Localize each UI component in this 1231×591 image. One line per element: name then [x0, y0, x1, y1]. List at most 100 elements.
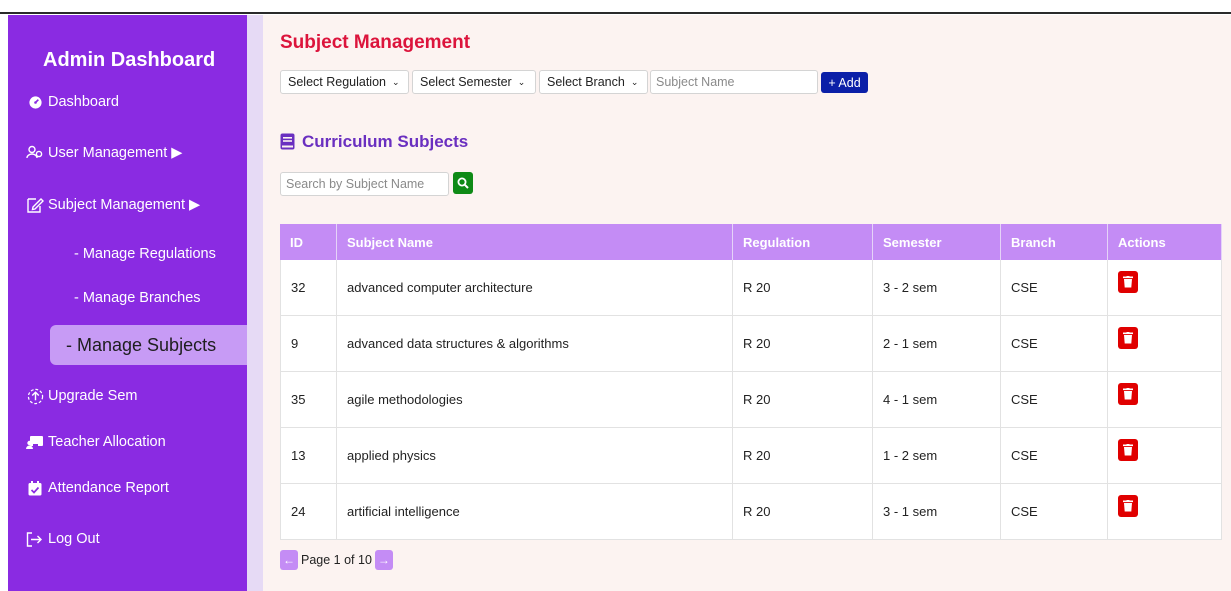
prev-page-button[interactable]: ←	[280, 550, 298, 570]
column-header-regulation[interactable]: Regulation	[733, 224, 873, 260]
sidebar-item-user-management[interactable]: User Management ▶	[26, 144, 265, 162]
trash-icon	[1123, 275, 1133, 288]
table-row: 24 artificial intelligence R 20 3 - 1 se…	[280, 484, 1222, 540]
trash-icon	[1123, 331, 1133, 344]
table-row: 9 advanced data structures & algorithms …	[280, 316, 1222, 372]
regulation-select-value: Select Regulation	[288, 75, 386, 89]
cell-id: 32	[280, 260, 337, 315]
sidebar-item-manage-subjects[interactable]: - Manage Subjects	[50, 325, 254, 365]
cell-subject-name: agile methodologies	[337, 372, 733, 427]
regulation-select[interactable]: Select Regulation ⌄	[280, 70, 409, 94]
chevron-down-icon: ⌄	[391, 76, 400, 87]
delete-button[interactable]	[1118, 382, 1138, 405]
sidebar-item-log-out[interactable]: Log Out	[26, 530, 265, 548]
cell-regulation: R 20	[733, 316, 873, 371]
cell-regulation: R 20	[733, 484, 873, 539]
table-header: ID Subject Name Regulation Semester Bran…	[280, 224, 1222, 260]
delete-button[interactable]	[1118, 326, 1138, 349]
sidebar-item-manage-branches[interactable]: - Manage Branches	[74, 290, 201, 306]
delete-button[interactable]	[1118, 494, 1138, 517]
sidebar-item-dashboard[interactable]: Dashboard	[26, 93, 265, 111]
cell-semester: 1 - 2 sem	[873, 428, 1001, 483]
dashboard-icon	[26, 93, 44, 111]
book-icon	[280, 133, 296, 151]
chalkboard-teacher-icon	[26, 433, 44, 451]
search-input[interactable]: Search by Subject Name	[280, 172, 449, 196]
sidebar-item-teacher-allocation[interactable]: Teacher Allocation	[26, 433, 265, 451]
column-header-actions: Actions	[1108, 224, 1222, 260]
page-indicator: Page 1 of 10	[301, 553, 372, 567]
edit-icon	[26, 196, 44, 214]
cell-regulation: R 20	[733, 372, 873, 427]
chevron-down-icon: ⌄	[630, 76, 639, 87]
trash-icon	[1123, 499, 1133, 512]
cell-subject-name: applied physics	[337, 428, 733, 483]
sidebar-item-upgrade-sem[interactable]: Upgrade Sem	[26, 387, 265, 405]
cell-actions	[1108, 428, 1222, 483]
cell-branch: CSE	[1001, 316, 1108, 371]
cell-branch: CSE	[1001, 428, 1108, 483]
arrow-left-icon: ←	[283, 553, 295, 567]
cell-semester: 3 - 1 sem	[873, 484, 1001, 539]
sidebar-item-label: Dashboard	[48, 94, 119, 110]
cell-actions	[1108, 484, 1222, 539]
users-icon	[26, 144, 44, 162]
section-title: Curriculum Subjects	[280, 132, 468, 152]
delete-button[interactable]	[1118, 438, 1138, 461]
calendar-check-icon	[26, 479, 44, 497]
delete-button[interactable]	[1118, 270, 1138, 293]
cell-subject-name: artificial intelligence	[337, 484, 733, 539]
cell-branch: CSE	[1001, 372, 1108, 427]
sidebar: Admin Dashboard Dashboard User Managemen…	[8, 15, 254, 591]
sidebar-item-label: Teacher Allocation	[48, 434, 166, 450]
cell-id: 13	[280, 428, 337, 483]
cell-subject-name: advanced data structures & algorithms	[337, 316, 733, 371]
cell-regulation: R 20	[733, 260, 873, 315]
arrow-right-icon: →	[377, 553, 390, 567]
semester-select-value: Select Semester	[420, 75, 512, 89]
sidebar-item-manage-regulations[interactable]: - Manage Regulations	[74, 246, 216, 262]
sidebar-item-label: Upgrade Sem	[48, 388, 138, 404]
logout-icon	[26, 530, 44, 548]
sidebar-item-label: Log Out	[48, 531, 100, 547]
search-button[interactable]	[453, 172, 473, 194]
cell-semester: 3 - 2 sem	[873, 260, 1001, 315]
sidebar-title: Admin Dashboard	[43, 49, 216, 71]
column-header-id[interactable]: ID	[280, 224, 337, 260]
cell-actions	[1108, 372, 1222, 427]
cell-branch: CSE	[1001, 260, 1108, 315]
branch-select-value: Select Branch	[547, 75, 625, 89]
cell-branch: CSE	[1001, 484, 1108, 539]
sidebar-item-attendance-report[interactable]: Attendance Report	[26, 479, 265, 497]
sidebar-item-label: Attendance Report	[48, 480, 169, 496]
column-header-semester[interactable]: Semester	[873, 224, 1001, 260]
top-border	[0, 0, 1231, 14]
trash-icon	[1123, 387, 1133, 400]
trash-icon	[1123, 443, 1133, 456]
table-row: 13 applied physics R 20 1 - 2 sem CSE	[280, 428, 1222, 484]
cell-subject-name: advanced computer architecture	[337, 260, 733, 315]
subjects-table: ID Subject Name Regulation Semester Bran…	[280, 224, 1222, 540]
sidebar-divider	[247, 15, 263, 591]
branch-select[interactable]: Select Branch ⌄	[539, 70, 648, 94]
semester-select[interactable]: Select Semester ⌄	[412, 70, 536, 94]
upgrade-icon	[26, 387, 44, 405]
cell-actions	[1108, 260, 1222, 315]
cell-id: 9	[280, 316, 337, 371]
column-header-subject-name[interactable]: Subject Name	[337, 224, 733, 260]
main-content: Subject Management Select Regulation ⌄ S…	[263, 15, 1231, 591]
next-page-button[interactable]: →	[374, 550, 393, 570]
cell-id: 24	[280, 484, 337, 539]
section-title-text: Curriculum Subjects	[302, 132, 469, 151]
page-title: Subject Management	[280, 32, 471, 53]
column-header-branch[interactable]: Branch	[1001, 224, 1108, 260]
sidebar-item-subject-management[interactable]: Subject Management ▶	[26, 196, 265, 214]
sidebar-item-label: User Management ▶	[48, 145, 183, 161]
table-row: 35 agile methodologies R 20 4 - 1 sem CS…	[280, 372, 1222, 428]
subject-name-input[interactable]: Subject Name	[650, 70, 818, 94]
cell-id: 35	[280, 372, 337, 427]
pagination: ← Page 1 of 10 →	[280, 550, 393, 570]
cell-semester: 2 - 1 sem	[873, 316, 1001, 371]
sidebar-item-label: Subject Management ▶	[48, 197, 201, 213]
add-subject-button[interactable]: + Add	[821, 72, 868, 93]
